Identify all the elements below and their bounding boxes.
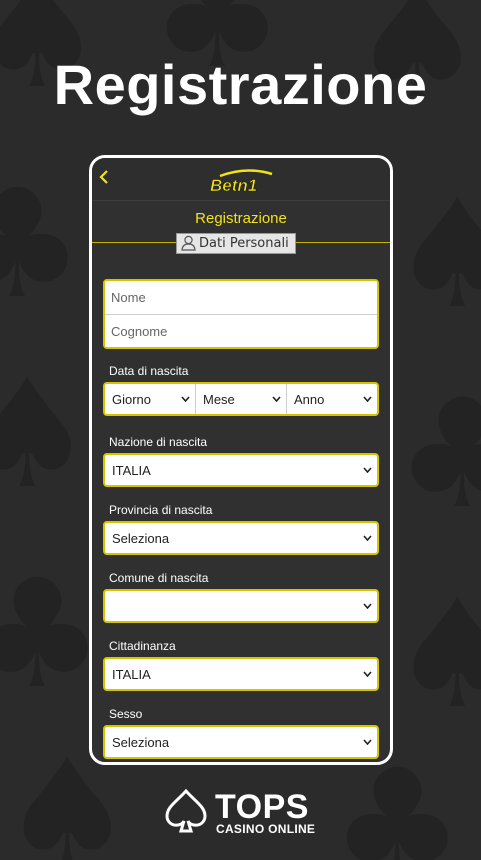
section-label: Dati Personali (199, 235, 289, 251)
citizenship-label: Cittadinanza (109, 639, 176, 653)
app-header: Betn1 (92, 158, 390, 201)
birth-country-select[interactable]: ITALIA (103, 453, 379, 487)
month-select-value: Mese (203, 391, 235, 407)
chevron-down-icon (181, 396, 190, 402)
section-divider: Dati Personali (92, 233, 390, 254)
year-select-value: Anno (294, 391, 325, 407)
birth-city-select[interactable] (103, 589, 379, 623)
betn1-logo: Betn1 (210, 169, 273, 194)
back-chevron-icon[interactable] (99, 170, 109, 184)
gender-value: Seleziona (112, 734, 170, 750)
birth-province-value: Seleziona (112, 530, 170, 546)
birth-date-label: Data di nascita (109, 364, 189, 378)
birth-city-field: Comune di nascita (103, 570, 379, 623)
user-icon (181, 235, 196, 251)
svg-text:Betn1: Betn1 (210, 176, 257, 194)
first-name-input[interactable] (105, 281, 377, 314)
chevron-down-icon (363, 739, 372, 745)
chevron-down-icon (363, 671, 372, 677)
birth-province-field: Provincia di nascita Seleziona (103, 502, 379, 555)
birth-country-label: Nazione di nascita (109, 435, 208, 449)
chevron-down-icon (363, 535, 372, 541)
gender-label: Sesso (109, 707, 143, 721)
chevron-down-icon (363, 396, 372, 402)
birth-date-field: Data di nascita Giorno Mese Anno (103, 363, 379, 416)
birth-country-field: Nazione di nascita ITALIA (103, 434, 379, 487)
last-name-input[interactable] (105, 314, 377, 347)
birth-date-selects: Giorno Mese Anno (103, 382, 379, 416)
phone-frame: Betn1 Registrazione Dati Personali Data … (89, 155, 393, 765)
registration-form: Data di nascita Giorno Mese Anno Nazione… (92, 279, 390, 759)
brand-tagline: CASINO ONLINE (216, 822, 316, 836)
gender-field: Sesso Seleziona (103, 706, 379, 759)
citizenship-select[interactable]: ITALIA (103, 657, 379, 691)
day-select[interactable]: Giorno (105, 384, 195, 414)
birth-country-value: ITALIA (112, 462, 151, 478)
page-title: Registrazione (53, 53, 428, 116)
chevron-down-icon (272, 396, 281, 402)
name-fields (103, 279, 379, 349)
year-select[interactable]: Anno (286, 384, 377, 414)
gender-select[interactable]: Seleziona (103, 725, 379, 759)
chevron-down-icon (363, 603, 372, 609)
birth-city-label: Comune di nascita (109, 571, 209, 585)
birth-province-label: Provincia di nascita (109, 503, 213, 517)
birth-province-select[interactable]: Seleziona (103, 521, 379, 555)
section-badge: Dati Personali (176, 233, 296, 254)
day-select-value: Giorno (112, 391, 152, 407)
chevron-down-icon (363, 467, 372, 473)
citizenship-field: Cittadinanza ITALIA (103, 638, 379, 691)
citizenship-value: ITALIA (112, 666, 151, 682)
spade-icon (165, 788, 207, 833)
month-select[interactable]: Mese (195, 384, 286, 414)
